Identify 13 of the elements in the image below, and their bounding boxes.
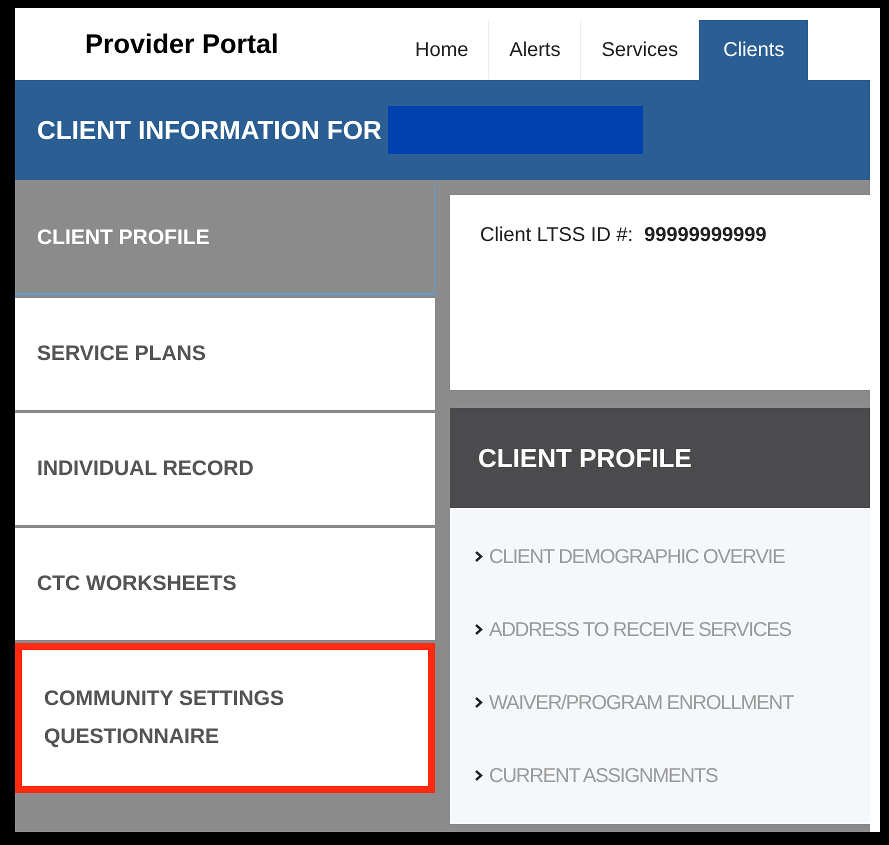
chevron-icon — [475, 697, 483, 708]
client-id-text: Client LTSS ID #: 99999999999 — [480, 224, 766, 246]
profile-title: CLIENT PROFILE — [478, 442, 692, 474]
portal-title: Provider Portal — [84, 28, 280, 61]
sidebar-item[interactable]: COMMUNITY SETTINGS QUESTIONNAIRE — [15, 643, 435, 793]
nav-tab[interactable]: Clients — [699, 20, 808, 80]
chevron-icon — [475, 551, 483, 562]
sidebar-item[interactable]: INDIVIDUAL RECORD — [15, 413, 435, 525]
sidebar-item[interactable]: SERVICE PLANS — [15, 298, 435, 410]
banner-title: CLIENT INFORMATION FOR — [37, 114, 382, 146]
chevron-icon — [475, 770, 483, 781]
sidebar-item[interactable]: CTC WORKSHEETS — [15, 528, 435, 640]
chevron-icon — [475, 624, 483, 635]
